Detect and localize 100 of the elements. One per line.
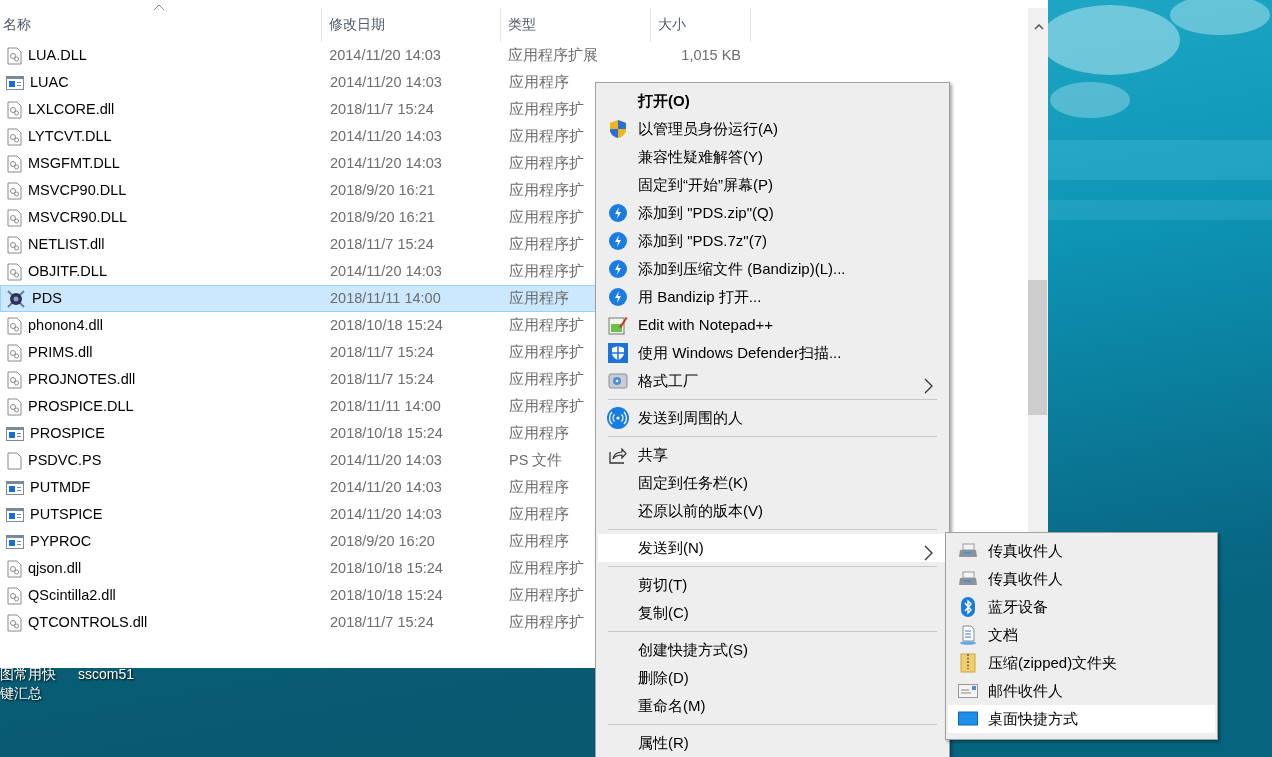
menu-item[interactable]: 添加到 "PDS.7z"(7) xyxy=(598,227,947,255)
file-type: 应用程序扩 xyxy=(509,181,584,198)
menu-item[interactable]: 添加到压缩文件 (Bandizip)(L)... xyxy=(598,255,947,283)
modified-date: 2018/11/11 14:00 xyxy=(329,288,442,308)
menu-item[interactable]: 固定到任务栏(K) xyxy=(598,469,947,497)
file-type: 应用程序 xyxy=(509,505,569,522)
menu-item[interactable]: 邮件收件人 xyxy=(948,677,1215,705)
menu-item[interactable]: 蓝牙设备 xyxy=(948,593,1215,621)
modified-date: 2014/11/20 14:03 xyxy=(329,126,443,146)
window-icon xyxy=(6,480,24,495)
gear-document-icon xyxy=(6,154,22,173)
menu-item[interactable]: 文档 xyxy=(948,621,1215,649)
menu-item[interactable]: 传真收件人 xyxy=(948,537,1215,565)
monitor-icon xyxy=(958,711,978,727)
file-type: 应用程序扩 xyxy=(509,100,584,117)
file-type: 应用程序扩 xyxy=(509,154,584,171)
gear-document-icon xyxy=(6,235,22,254)
file-name: qjson.dll xyxy=(28,558,82,578)
column-header[interactable]: 修改日期 xyxy=(322,8,501,42)
desktop-icon-label[interactable]: sscom51 xyxy=(78,665,135,684)
file-type: 应用程序扩 xyxy=(509,343,584,360)
column-header[interactable]: 名称 xyxy=(0,8,322,42)
desktop-icon-label[interactable]: 图常用快 键汇总 xyxy=(0,665,56,703)
file-name: NETLIST.dll xyxy=(28,234,105,254)
menu-item[interactable]: 还原以前的版本(V) xyxy=(598,497,947,525)
scrollbar-thumb[interactable] xyxy=(1028,280,1047,415)
window-icon xyxy=(6,426,24,441)
file-type: 应用程序 xyxy=(509,424,569,441)
file-name: PROSPICE xyxy=(30,423,105,443)
menu-item[interactable]: 传真收件人 xyxy=(948,565,1215,593)
menu-item[interactable]: 以管理员身份运行(A) xyxy=(598,115,947,143)
menu-item[interactable]: 发送到周围的人 xyxy=(598,404,947,432)
file-name: PROSPICE.DLL xyxy=(28,396,134,416)
menu-item[interactable]: 添加到 "PDS.zip"(Q) xyxy=(598,199,947,227)
gear-document-icon xyxy=(6,46,22,65)
modified-date: 2018/10/18 15:24 xyxy=(329,423,444,443)
shield-icon xyxy=(609,119,627,139)
menu-item[interactable]: 共享 xyxy=(598,441,947,469)
modified-date: 2018/9/20 16:20 xyxy=(329,531,436,551)
modified-date: 2014/11/20 14:03 xyxy=(329,72,443,92)
menu-item[interactable]: Edit with Notepad++ xyxy=(598,311,947,339)
gear-document-icon xyxy=(6,100,22,119)
menu-item[interactable]: 桌面快捷方式 xyxy=(948,705,1215,733)
modified-date: 2014/11/20 14:03 xyxy=(329,450,443,470)
file-name: OBJITF.DLL xyxy=(28,261,107,281)
file-name: LXLCORE.dll xyxy=(28,99,115,119)
file-name: PROJNOTES.dll xyxy=(28,369,136,389)
modified-date: 2014/11/20 14:03 xyxy=(329,153,443,173)
window-icon xyxy=(6,75,24,90)
printer-icon xyxy=(958,543,978,559)
file-size: 1,015 KB xyxy=(680,45,742,65)
menu-item[interactable]: 复制(C) xyxy=(598,599,947,627)
file-name: QTCONTROLS.dll xyxy=(28,612,148,632)
file-name: MSGFMT.DLL xyxy=(28,153,120,173)
file-name: PSDVC.PS xyxy=(28,450,102,470)
menu-item[interactable]: 兼容性疑难解答(Y) xyxy=(598,143,947,171)
menu-item[interactable]: 使用 Windows Defender扫描... xyxy=(598,339,947,367)
menu-item[interactable]: 发送到(N) xyxy=(598,534,947,562)
file-row[interactable]: LUA.DLL 2014/11/20 14:03 应用程序扩展 1,015 KB xyxy=(0,42,751,69)
file-type: 应用程序 xyxy=(509,532,569,549)
menu-item[interactable]: 属性(R) xyxy=(598,729,947,757)
menu-item[interactable]: 剪切(T) xyxy=(598,571,947,599)
menu-item[interactable]: 打开(O) xyxy=(598,87,947,115)
file-type: 应用程序扩 xyxy=(509,559,584,576)
file-name: PDS xyxy=(32,288,62,308)
file-type: 应用程序扩 xyxy=(509,316,584,333)
menu-item[interactable]: 格式工厂 xyxy=(598,367,947,395)
file-type: PS 文件 xyxy=(509,451,563,468)
file-name: PYPROC xyxy=(30,531,92,551)
gear-document-icon xyxy=(6,397,22,416)
column-header[interactable]: 大小 xyxy=(651,8,751,42)
file-name: LYTCVT.DLL xyxy=(28,126,112,146)
modified-date: 2018/10/18 15:24 xyxy=(329,558,444,578)
menu-item[interactable]: 删除(D) xyxy=(598,664,947,692)
gear-document-icon xyxy=(6,127,22,146)
file-name: QScintilla2.dll xyxy=(28,585,116,605)
file-type: 应用程序 xyxy=(509,289,569,306)
gear-document-icon xyxy=(6,613,22,632)
modified-date: 2018/10/18 15:24 xyxy=(329,585,444,605)
modified-date: 2018/11/7 15:24 xyxy=(329,99,435,119)
column-header[interactable]: 类型 xyxy=(501,8,651,42)
file-name: LUA.DLL xyxy=(28,45,87,65)
lightning-icon xyxy=(609,288,627,306)
file-type: 应用程序扩 xyxy=(509,370,584,387)
menu-item[interactable]: 创建快捷方式(S) xyxy=(598,636,947,664)
scroll-up-icon[interactable] xyxy=(1034,23,1044,30)
file-name: phonon4.dll xyxy=(28,315,103,335)
file-type: 应用程序扩 xyxy=(509,262,584,279)
gear-document-icon xyxy=(6,586,22,605)
file-name: PRIMS.dll xyxy=(28,342,93,362)
share-icon xyxy=(609,446,627,464)
modified-date: 2018/11/7 15:24 xyxy=(329,369,435,389)
file-name: PUTSPICE xyxy=(30,504,103,524)
modified-date: 2014/11/20 14:03 xyxy=(328,45,442,65)
menu-item[interactable]: 压缩(zipped)文件夹 xyxy=(948,649,1215,677)
menu-item[interactable]: 重命名(M) xyxy=(598,692,947,720)
gear-document-icon xyxy=(6,181,22,200)
gear-document-icon xyxy=(6,343,22,362)
menu-item[interactable]: 固定到“开始”屏幕(P) xyxy=(598,171,947,199)
gear-document-icon xyxy=(6,262,22,281)
